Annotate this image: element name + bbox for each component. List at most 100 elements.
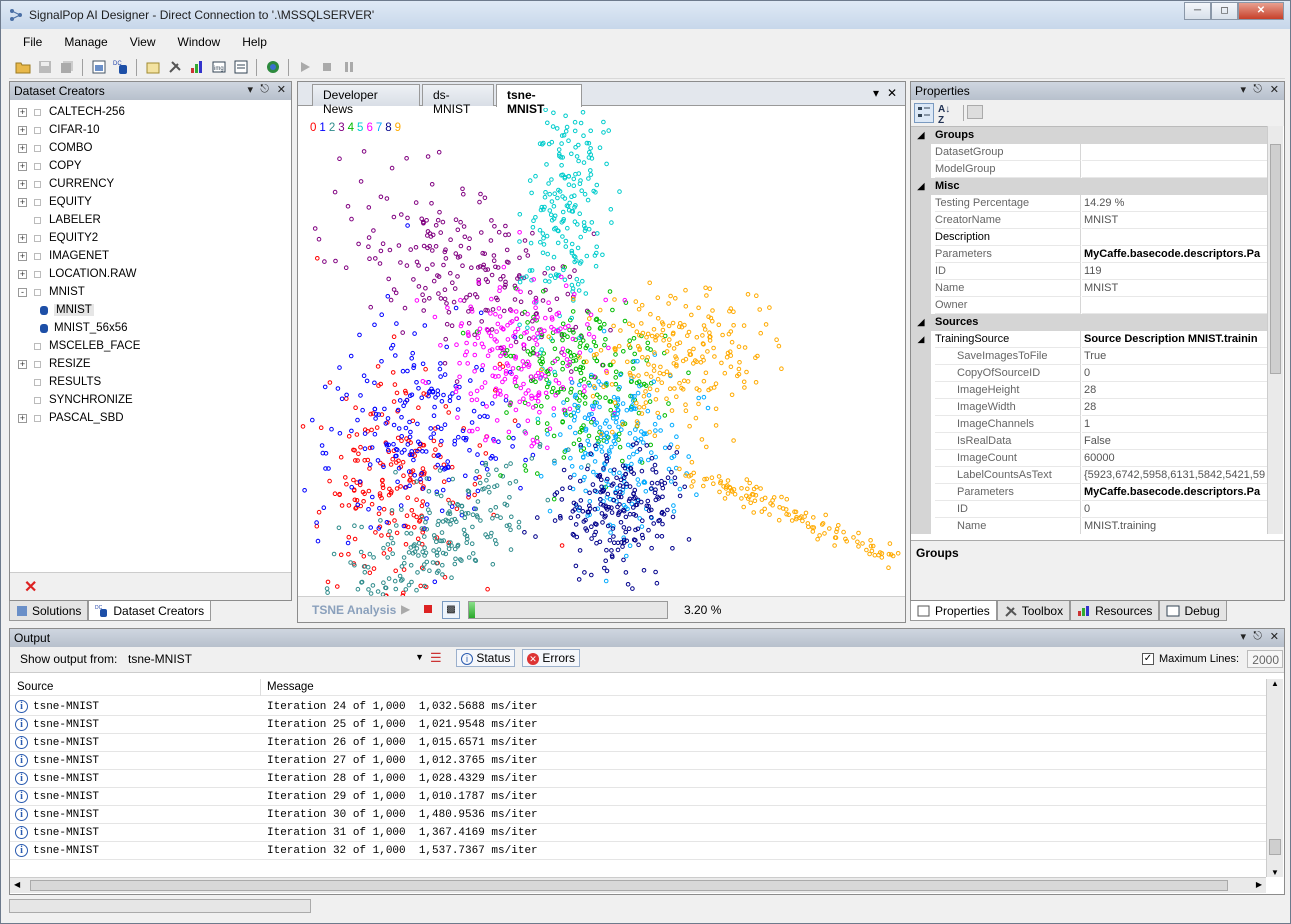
tree-item[interactable]: + CIFAR-10	[18, 121, 100, 139]
doc-dropdown-icon[interactable]: ▾	[873, 86, 879, 100]
property-row[interactable]: SaveImagesToFile True	[911, 348, 1267, 365]
property-value[interactable]: 60000	[1082, 450, 1267, 467]
output-vertical-scrollbar[interactable]: ▲ ▼	[1266, 679, 1283, 877]
property-pages-icon[interactable]	[967, 105, 983, 119]
clear-output-icon[interactable]: ☰	[430, 650, 442, 666]
property-row[interactable]: ModelGroup	[911, 161, 1267, 178]
tree-item[interactable]: + CALTECH-256	[18, 103, 125, 121]
tab-developer-news[interactable]: Developer News	[312, 84, 420, 116]
tsne-stop-icon[interactable]	[424, 605, 432, 613]
tree-item[interactable]: + IMAGENET	[18, 247, 109, 265]
properties-dropdown-icon[interactable]: ▾	[1240, 83, 1246, 96]
open-folder-icon[interactable]	[13, 58, 32, 77]
tab-debug[interactable]: Debug	[1159, 601, 1227, 621]
property-row[interactable]: LabelCountsAsText {5923,6742,5958,6131,58…	[911, 467, 1267, 484]
properties-tool-icon[interactable]	[143, 58, 162, 77]
maximize-button[interactable]: ◻	[1211, 2, 1238, 20]
expand-icon[interactable]: +	[18, 197, 27, 207]
list-icon[interactable]	[231, 58, 250, 77]
expand-icon[interactable]: +	[18, 125, 27, 135]
panel-dropdown-icon[interactable]: ▾	[247, 83, 253, 96]
output-close-icon[interactable]: ✕	[1270, 630, 1279, 643]
menu-window[interactable]: Window	[164, 33, 229, 53]
panel-close-icon[interactable]: ✕	[277, 83, 286, 96]
property-row[interactable]: DatasetGroup	[911, 144, 1267, 161]
pause-icon[interactable]	[339, 58, 358, 77]
tree-item[interactable]: + EQUITY	[18, 193, 92, 211]
property-value[interactable]: 14.29 %	[1082, 195, 1267, 212]
property-value[interactable]	[1082, 161, 1267, 178]
categorized-icon[interactable]	[914, 103, 934, 123]
doc-close-icon[interactable]: ✕	[887, 86, 897, 100]
property-value[interactable]: 119	[1082, 263, 1267, 280]
property-row[interactable]: CopyOfSourceID 0	[911, 365, 1267, 382]
property-category[interactable]: ◢ Misc	[911, 178, 1267, 195]
chart-icon[interactable]	[187, 58, 206, 77]
maximum-lines-input[interactable]: 2000	[1247, 650, 1283, 668]
tsne-run-icon[interactable]: ▶	[401, 602, 410, 616]
property-row[interactable]: ID 0	[911, 501, 1267, 518]
output-row[interactable]: i tsne-MNIST Iteration 31 of 1,000 1,367.4…	[10, 824, 1266, 842]
tree-item[interactable]: SYNCHRONIZE	[18, 391, 133, 409]
property-value[interactable]: True	[1082, 348, 1267, 365]
maximum-lines-checkbox[interactable]: ✓	[1142, 653, 1154, 665]
output-row[interactable]: i tsne-MNIST Iteration 29 of 1,000 1,010.1…	[10, 788, 1266, 806]
property-row[interactable]: Testing Percentage 14.29 %	[911, 195, 1267, 212]
menu-manage[interactable]: Manage	[50, 33, 115, 53]
property-category[interactable]: ◢ Groups	[911, 127, 1267, 144]
property-value[interactable]: MyCaffe.basecode.descriptors.Pa	[1082, 484, 1267, 501]
show-output-select[interactable]: tsne-MNIST ▼	[128, 652, 424, 666]
output-horizontal-scrollbar[interactable]: ◀ ▶	[10, 877, 1266, 893]
property-row[interactable]: Description	[911, 229, 1267, 246]
property-value[interactable]: MNIST	[1082, 212, 1267, 229]
property-row[interactable]: Name MNIST	[911, 280, 1267, 297]
property-value[interactable]: 1	[1082, 416, 1267, 433]
output-row[interactable]: i tsne-MNIST Iteration 24 of 1,000 1,032.5…	[10, 698, 1266, 716]
property-row[interactable]: IsRealData False	[911, 433, 1267, 450]
source-column-header[interactable]: Source	[17, 681, 53, 693]
menu-view[interactable]: View	[116, 33, 164, 53]
output-pin-icon[interactable]: ⎋	[1253, 630, 1262, 643]
output-dropdown-icon[interactable]: ▾	[1240, 630, 1246, 643]
save-all-icon[interactable]	[57, 58, 76, 77]
property-row[interactable]: ID 119	[911, 263, 1267, 280]
collapse-triangle-icon[interactable]: ◢	[911, 314, 931, 331]
property-value[interactable]: MyCaffe.basecode.descriptors.Pa	[1082, 246, 1267, 263]
property-row[interactable]: Owner	[911, 297, 1267, 314]
property-row[interactable]: ◢ TrainingSource Source Description MNIST.…	[911, 331, 1267, 348]
expand-icon[interactable]: +	[18, 413, 27, 423]
property-row[interactable]: Parameters MyCaffe.basecode.descriptors.P…	[911, 484, 1267, 501]
property-value[interactable]: False	[1082, 433, 1267, 450]
property-value[interactable]: 28	[1082, 382, 1267, 399]
tab-dataset-creators[interactable]: DC Dataset Creators	[88, 601, 212, 621]
errors-button[interactable]: ✕ Errors	[522, 649, 581, 667]
expand-icon[interactable]: +	[18, 179, 27, 189]
output-row[interactable]: i tsne-MNIST Iteration 30 of 1,000 1,480.9…	[10, 806, 1266, 824]
dataset-creator-icon[interactable]: DC	[111, 58, 130, 77]
tree-item[interactable]: + CURRENCY	[18, 175, 114, 193]
tree-item[interactable]: LABELER	[18, 211, 101, 229]
tree-item[interactable]: MNIST	[40, 301, 94, 319]
menu-file[interactable]: File	[9, 33, 50, 53]
run-icon[interactable]	[295, 58, 314, 77]
delete-icon[interactable]: ✕	[24, 577, 37, 597]
alphabetical-icon[interactable]: A↓ Z	[938, 104, 950, 126]
tree-item[interactable]: + LOCATION.RAW	[18, 265, 137, 283]
properties-pin-icon[interactable]: ⎋	[1253, 83, 1262, 96]
tab-toolbox[interactable]: Toolbox	[996, 601, 1071, 621]
property-row[interactable]: Name MNIST.training	[911, 518, 1267, 534]
tab-tsne-mnist[interactable]: tsne-MNIST	[496, 84, 582, 116]
stop-icon[interactable]	[317, 58, 336, 77]
output-row[interactable]: i tsne-MNIST Iteration 25 of 1,000 1,021.9…	[10, 716, 1266, 734]
tree-item[interactable]: + COPY	[18, 157, 82, 175]
property-value[interactable]: 0	[1082, 501, 1267, 518]
property-row[interactable]: ImageCount 60000	[911, 450, 1267, 467]
property-value[interactable]	[1082, 229, 1267, 246]
property-value[interactable]: 0	[1082, 365, 1267, 382]
status-button[interactable]: i Status	[456, 649, 516, 667]
expand-icon[interactable]: +	[18, 251, 27, 261]
tree-item[interactable]: RESULTS	[18, 373, 101, 391]
collapse-triangle-icon[interactable]: ◢	[911, 178, 931, 195]
property-value[interactable]: 28	[1082, 399, 1267, 416]
property-value[interactable]: Source Description MNIST.trainin	[1082, 331, 1267, 348]
